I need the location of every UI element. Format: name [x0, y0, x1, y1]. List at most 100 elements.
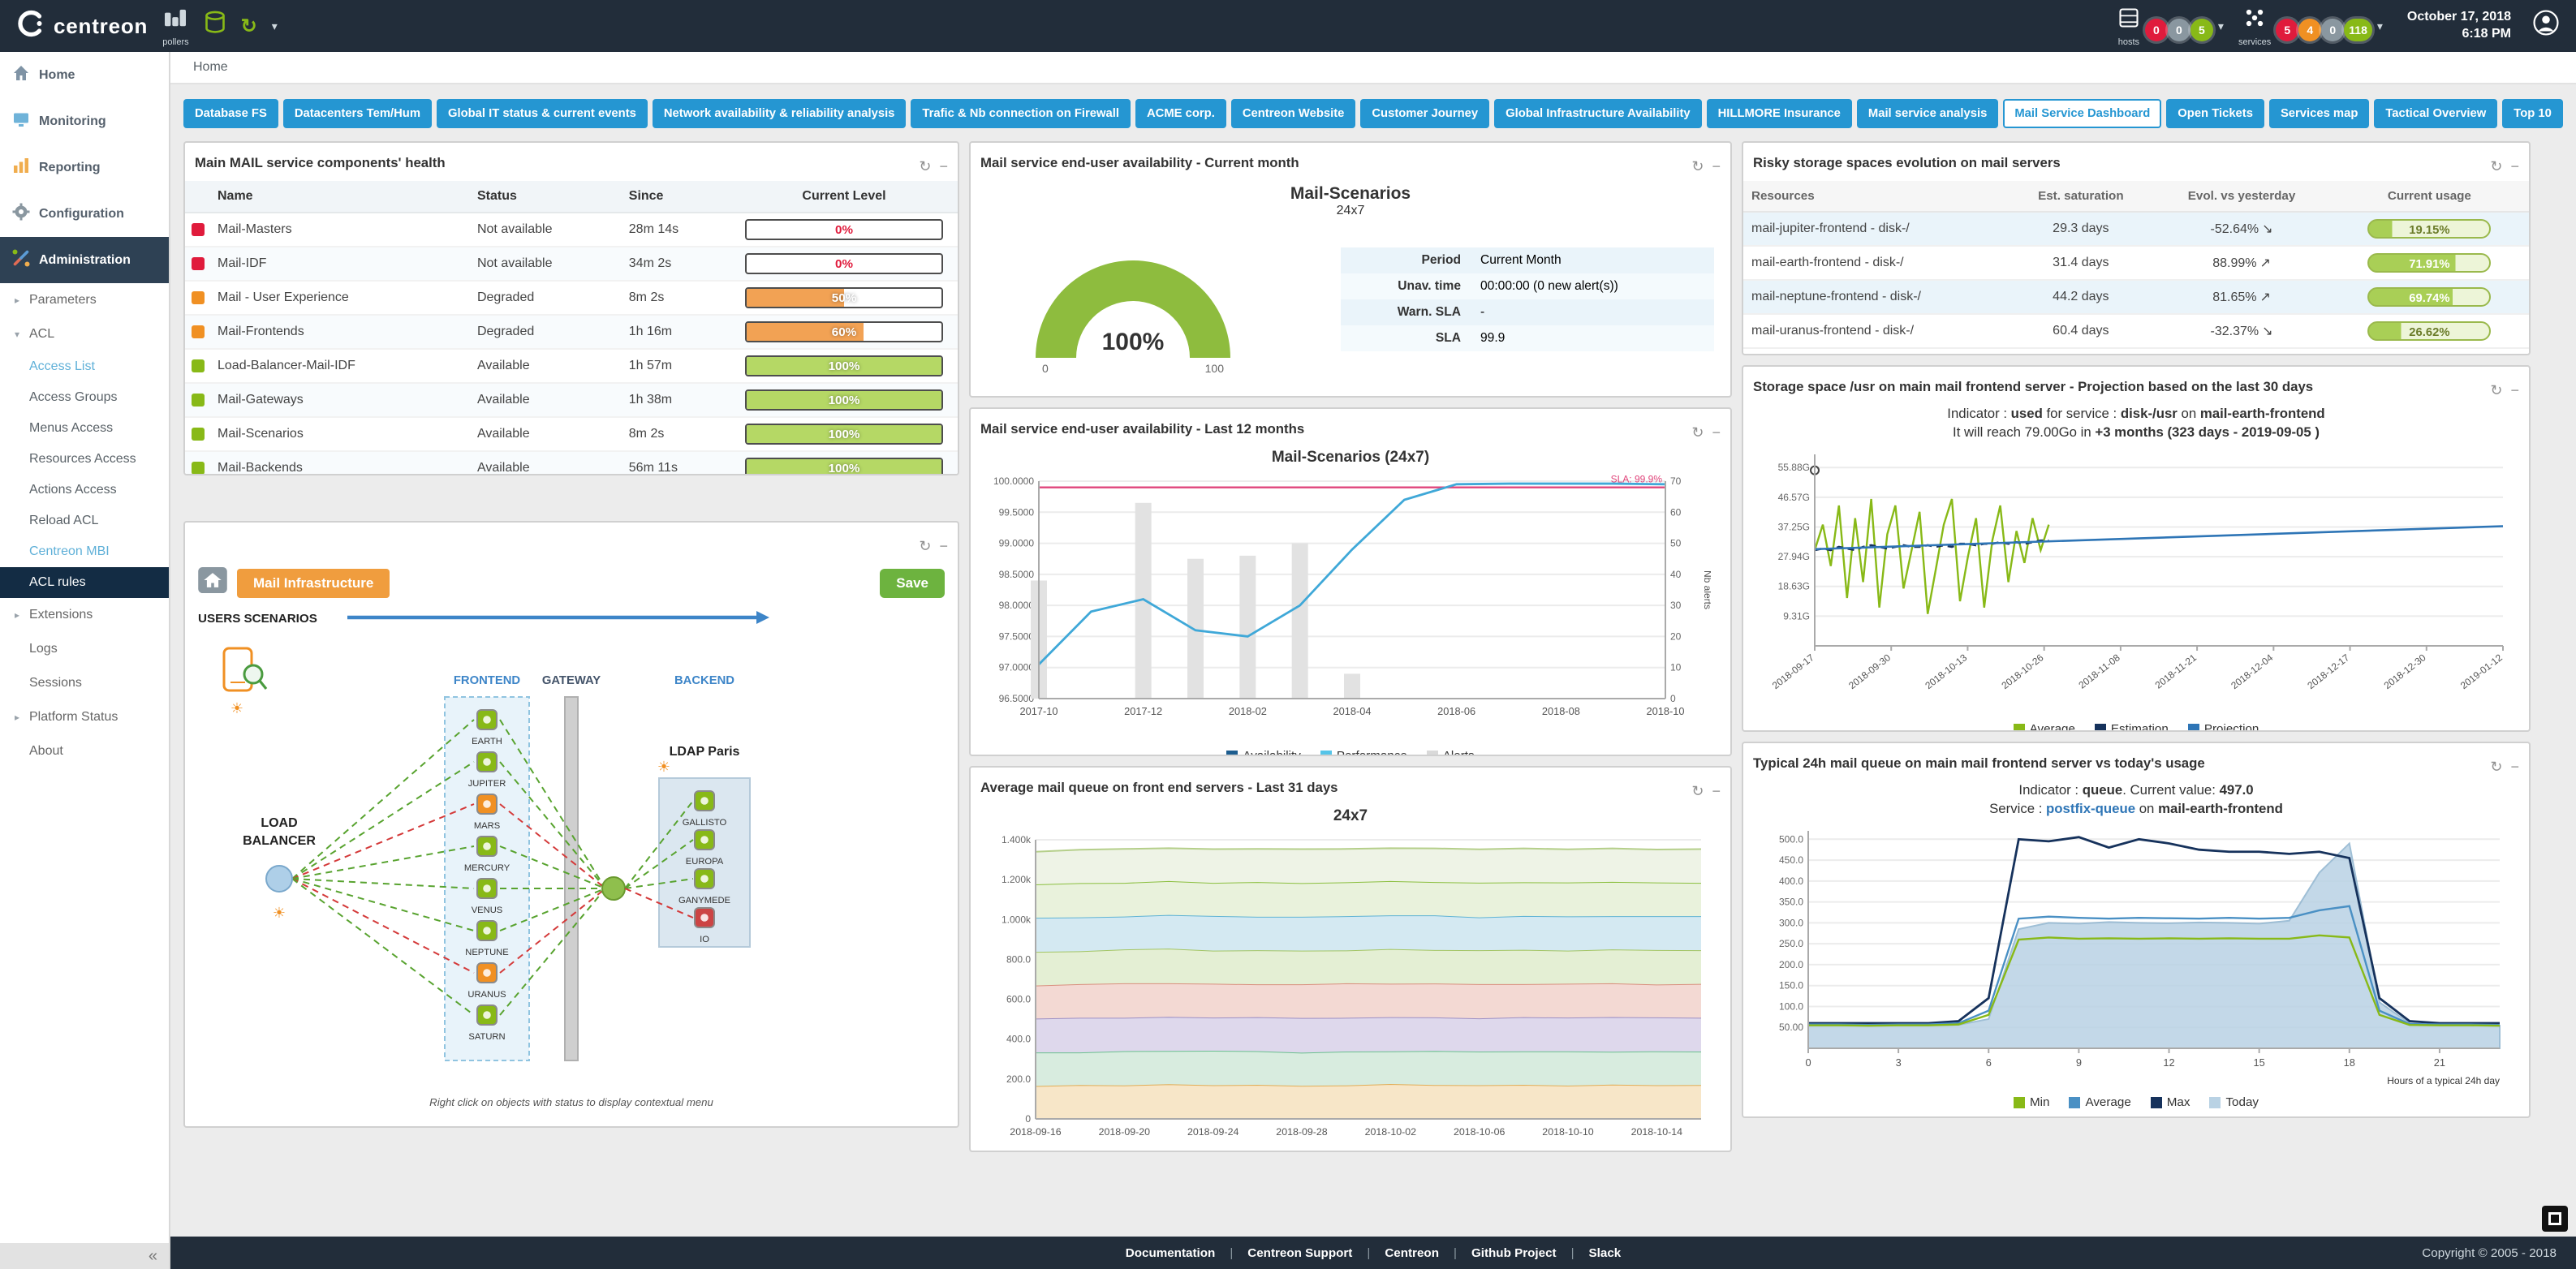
risky-row-mail-jupiter-frontend-disk[interactable]: mail-jupiter-frontend - disk-/29.3 days-… [1743, 212, 2529, 246]
status-count[interactable]: 4 [2298, 19, 2321, 41]
refresh-icon[interactable]: ↻ [2490, 759, 2502, 775]
refresh-icon[interactable]: ↻ [1691, 783, 1704, 799]
sidebar-item-access-groups[interactable]: Access Groups [0, 382, 169, 413]
status-count[interactable]: 0 [2145, 19, 2168, 41]
hosts-status[interactable]: hosts 005 ▾ [2117, 6, 2224, 47]
refresh-icon[interactable]: ↻ [1691, 158, 1704, 174]
status-count[interactable]: 0 [2168, 19, 2190, 41]
usage-badge: 71.91% [2367, 253, 2491, 273]
sidebar-item-parameters[interactable]: ▸Parameters [0, 283, 169, 317]
svg-text:0: 0 [1042, 362, 1049, 374]
refresh-icon[interactable]: ↻ [2490, 158, 2502, 174]
svg-text:350.0: 350.0 [1779, 897, 1803, 908]
tab-top-10[interactable]: Top 10 [2502, 99, 2563, 128]
health-row-mail-idf[interactable]: Mail-IDFNot available34m 2s0% [185, 247, 958, 281]
tab-tactical-overview[interactable]: Tactical Overview [2374, 99, 2497, 128]
sidebar-item-access-list[interactable]: Access List [0, 351, 169, 382]
minimize-icon[interactable]: − [939, 538, 948, 554]
poller-menu[interactable]: pollers [162, 6, 188, 47]
tab-datacenters-tem-hum[interactable]: Datacenters Tem/Hum [283, 99, 432, 128]
database-icon[interactable] [204, 10, 226, 42]
status-count[interactable]: 118 [2344, 19, 2372, 41]
sidebar-collapse[interactable]: « [0, 1243, 169, 1269]
health-row-mail-scenarios[interactable]: Mail-ScenariosAvailable8m 2s100% [185, 417, 958, 451]
refresh-icon[interactable]: ↻ [919, 158, 931, 174]
tab-customer-journey[interactable]: Customer Journey [1360, 99, 1489, 128]
chevron-down-icon[interactable]: ▾ [2218, 19, 2224, 33]
sidebar-item-about[interactable]: About [0, 734, 169, 768]
tab-trafic-nb-connection-on-firewall[interactable]: Trafic & Nb connection on Firewall [911, 99, 1131, 128]
tab-centreon-website[interactable]: Centreon Website [1231, 99, 1356, 128]
svg-text:60: 60 [1670, 506, 1682, 518]
footer-link-slack[interactable]: Slack [1589, 1246, 1622, 1260]
tab-hillmore-insurance[interactable]: HILLMORE Insurance [1707, 99, 1852, 128]
refresh-icon[interactable]: ↻ [1691, 424, 1704, 441]
collector-sync-icon[interactable]: ↻ [241, 15, 257, 38]
minimize-icon[interactable]: − [2510, 382, 2519, 398]
component-since: 1h 38m [622, 383, 730, 417]
sidebar-item-platform-status[interactable]: ▸Platform Status [0, 700, 169, 734]
sidebar-item-home[interactable]: Home [0, 52, 169, 98]
tab-global-it-status-current-events[interactable]: Global IT status & current events [437, 99, 648, 128]
services-status[interactable]: services 540118 ▾ [2238, 6, 2383, 47]
svg-text:GALLISTO: GALLISTO [683, 818, 727, 828]
health-row-load-balancer-mail-idf[interactable]: Load-Balancer-Mail-IDFAvailable1h 57m100… [185, 349, 958, 383]
health-row-mail-backends[interactable]: Mail-BackendsAvailable56m 11s100% [185, 451, 958, 475]
risky-row-mail-uranus-frontend-disk[interactable]: mail-uranus-frontend - disk-/60.4 days-3… [1743, 314, 2529, 348]
sidebar-item-reload-acl[interactable]: Reload ACL [0, 505, 169, 536]
save-button[interactable]: Save [880, 569, 945, 598]
minimize-icon[interactable]: − [1712, 424, 1721, 441]
minimize-icon[interactable]: − [1712, 158, 1721, 174]
minimize-icon[interactable]: − [2510, 759, 2519, 775]
sidebar-item-menus-access[interactable]: Menus Access [0, 413, 169, 444]
infra-diagram[interactable]: USERS SCENARIOS☀FRONTENDGATEWAYBACKENDLO… [185, 600, 958, 1096]
fullscreen-button[interactable] [2542, 1206, 2568, 1232]
tab-open-tickets[interactable]: Open Tickets [2166, 99, 2264, 128]
sidebar-item-extensions[interactable]: ▸Extensions [0, 598, 169, 632]
sidebar-item-configuration[interactable]: Configuration [0, 191, 169, 237]
minimize-icon[interactable]: − [1712, 783, 1721, 799]
chevron-down-icon[interactable]: ▾ [272, 19, 278, 33]
tab-mail-service-analysis[interactable]: Mail service analysis [1857, 99, 1998, 128]
health-row-mail-frontends[interactable]: Mail-FrontendsDegraded1h 16m60% [185, 315, 958, 349]
sidebar-item-monitoring[interactable]: Monitoring [0, 98, 169, 144]
risky-row-mail-earth-frontend-disk[interactable]: mail-earth-frontend - disk-/31.4 days88.… [1743, 246, 2529, 280]
sidebar-item-centreon-mbi[interactable]: Centreon MBI [0, 536, 169, 567]
minimize-icon[interactable]: − [939, 158, 948, 174]
sidebar-item-resources-access[interactable]: Resources Access [0, 444, 169, 475]
sidebar-item-administration[interactable]: Administration [0, 237, 169, 283]
refresh-icon[interactable]: ↻ [2490, 382, 2502, 398]
health-row-mail-gateways[interactable]: Mail-GatewaysAvailable1h 38m100% [185, 383, 958, 417]
sidebar-item-acl[interactable]: ▾ACL [0, 317, 169, 351]
sidebar-item-sessions[interactable]: Sessions [0, 666, 169, 700]
footer-link-documentation[interactable]: Documentation [1126, 1246, 1216, 1260]
chevron-down-icon[interactable]: ▾ [2377, 19, 2383, 33]
tab-acme-corp[interactable]: ACME corp. [1135, 99, 1226, 128]
sidebar-item-actions-access[interactable]: Actions Access [0, 475, 169, 505]
footer-link-centreon[interactable]: Centreon [1385, 1246, 1439, 1260]
risky-row-mail-neptune-frontend-disk[interactable]: mail-neptune-frontend - disk-/44.2 days8… [1743, 280, 2529, 314]
tab-global-infrastructure-availability[interactable]: Global Infrastructure Availability [1494, 99, 1702, 128]
footer-link-github-project[interactable]: Github Project [1471, 1246, 1557, 1260]
minimize-icon[interactable]: − [2510, 158, 2519, 174]
health-row-mail-user-experience[interactable]: Mail - User ExperienceDegraded8m 2s50% [185, 281, 958, 315]
sidebar-item-logs[interactable]: Logs [0, 632, 169, 666]
widget-storage-projection: Storage space /usr on main mail frontend… [1742, 365, 2531, 732]
health-row-mail-masters[interactable]: Mail-MastersNot available28m 14s0% [185, 213, 958, 247]
tab-network-availability-reliability-analysis[interactable]: Network availability & reliability analy… [653, 99, 907, 128]
sidebar-item-reporting[interactable]: Reporting [0, 144, 169, 191]
svg-text:2018-10-26: 2018-10-26 [2000, 652, 2046, 691]
tab-mail-service-dashboard[interactable]: Mail Service Dashboard [2003, 99, 2161, 128]
status-count[interactable]: 0 [2321, 19, 2344, 41]
centreon-logo[interactable]: centreon [16, 9, 148, 44]
footer-link-centreon-support[interactable]: Centreon Support [1247, 1246, 1352, 1260]
user-menu[interactable] [2532, 9, 2560, 43]
status-count[interactable]: 5 [2190, 19, 2213, 41]
status-count[interactable]: 5 [2276, 19, 2298, 41]
breadcrumb[interactable]: Home [170, 52, 2576, 84]
tab-services-map[interactable]: Services map [2269, 99, 2369, 128]
tab-database-fs[interactable]: Database FS [183, 99, 278, 128]
sidebar-item-acl-rules[interactable]: ACL rules [0, 567, 169, 598]
footer-separator: | [1367, 1246, 1370, 1260]
refresh-icon[interactable]: ↻ [919, 538, 931, 554]
